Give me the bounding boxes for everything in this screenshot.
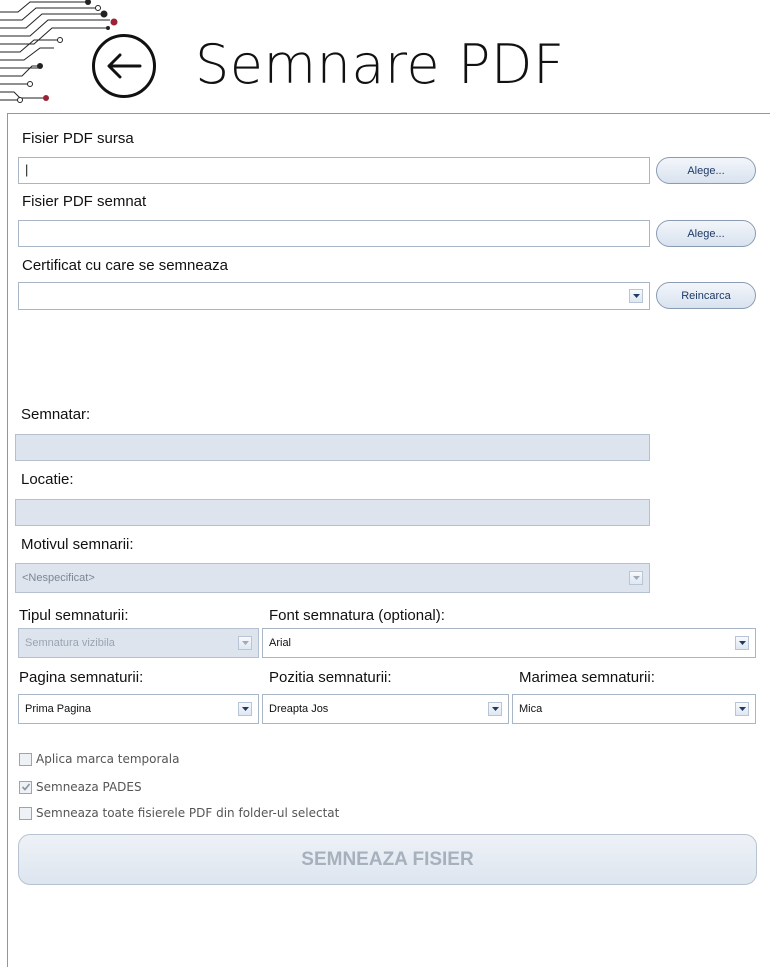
signature-page-label: Pagina semnaturii: [19, 669, 144, 686]
signature-position-value: Dreapta Jos [269, 703, 329, 715]
chevron-down-icon[interactable] [735, 702, 749, 716]
signature-position-label: Pozitia semnaturii: [269, 669, 392, 686]
signer-input[interactable] [15, 434, 650, 461]
signature-type-select[interactable]: Semnatura vizibila [18, 628, 259, 658]
source-pdf-input[interactable]: | [18, 157, 650, 184]
sign-file-button[interactable]: SEMNEAZA FISIER [18, 834, 757, 885]
all-folder-label: Semneaza toate fisierele PDF din folder-… [36, 806, 340, 820]
chevron-down-icon[interactable] [488, 702, 502, 716]
page-title: Semnare PDF [195, 33, 565, 96]
reason-label: Motivul semnarii: [21, 536, 134, 553]
chevron-down-icon[interactable] [629, 571, 643, 585]
pades-checkbox[interactable] [19, 780, 32, 794]
arrow-left-icon [107, 53, 142, 79]
signature-font-label: Font semnatura (optional): [269, 607, 445, 624]
signature-page-select[interactable]: Prima Pagina [18, 694, 259, 724]
content-frame-left [7, 113, 8, 967]
reason-select[interactable]: <Nespecificat> [15, 563, 650, 593]
signature-font-value: Arial [269, 637, 292, 649]
signer-label: Semnatar: [21, 406, 91, 423]
pades-label: Semneaza PADES [36, 780, 142, 794]
source-pdf-label: Fisier PDF sursa [22, 130, 134, 147]
chevron-down-icon[interactable] [238, 702, 252, 716]
signature-type-value: Semnatura vizibila [25, 637, 115, 649]
timestamp-label: Aplica marca temporala [36, 752, 180, 766]
signature-size-value: Mica [519, 703, 543, 715]
reload-certificate-button[interactable]: Reincarca [656, 282, 756, 309]
signature-font-select[interactable]: Arial [262, 628, 756, 658]
signed-pdf-input[interactable] [18, 220, 650, 247]
all-folder-option[interactable]: Semneaza toate fisierele PDF din folder-… [19, 806, 339, 820]
signature-page-value: Prima Pagina [25, 703, 92, 715]
location-label: Locatie: [21, 471, 74, 488]
choose-signed-button[interactable]: Alege... [656, 220, 756, 247]
checkmark-icon [21, 783, 30, 791]
chevron-down-icon[interactable] [238, 636, 252, 650]
content-frame-top [7, 113, 770, 114]
pades-option[interactable]: Semneaza PADES [19, 780, 142, 794]
chevron-down-icon[interactable] [735, 636, 749, 650]
signed-pdf-label: Fisier PDF semnat [22, 193, 147, 210]
timestamp-option[interactable]: Aplica marca temporala [19, 752, 179, 766]
certificate-label: Certificat cu care se semneaza [22, 257, 228, 274]
back-button[interactable] [92, 34, 156, 98]
reason-value: <Nespecificat> [22, 572, 95, 584]
certificate-select[interactable] [18, 282, 650, 310]
signature-size-label: Marimea semnaturii: [519, 669, 655, 686]
timestamp-checkbox[interactable] [19, 752, 32, 766]
location-input[interactable] [15, 499, 650, 526]
signature-position-select[interactable]: Dreapta Jos [262, 694, 509, 724]
chevron-down-icon[interactable] [629, 289, 643, 303]
signature-size-select[interactable]: Mica [512, 694, 756, 724]
signature-type-label: Tipul semnaturii: [19, 607, 129, 624]
all-folder-checkbox[interactable] [19, 806, 32, 820]
choose-source-button[interactable]: Alege... [656, 157, 756, 184]
